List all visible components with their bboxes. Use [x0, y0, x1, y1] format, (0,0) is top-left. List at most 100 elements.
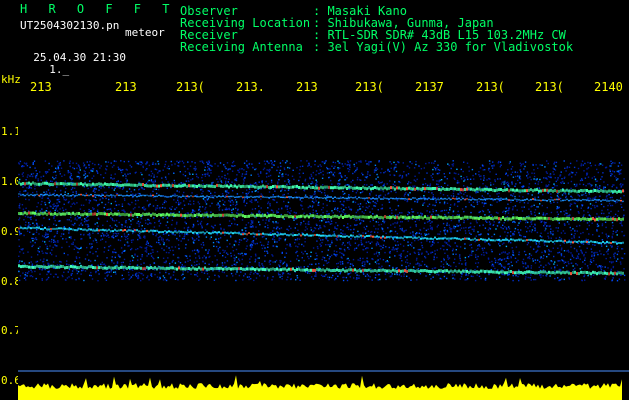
noise-pixel: [527, 276, 529, 279]
noise-pixel: [510, 173, 512, 176]
noise-pixel: [541, 164, 543, 166]
noise-pixel: [128, 218, 130, 221]
noise-pixel: [304, 237, 306, 240]
noise-pixel: [183, 191, 185, 194]
noise-pixel: [552, 171, 554, 173]
noise-pixel: [361, 262, 363, 264]
noise-pixel: [55, 224, 58, 226]
noise-pixel: [528, 230, 531, 232]
noise-pixel: [77, 171, 80, 173]
noise-pixel: [433, 166, 436, 169]
noise-pixel: [362, 273, 365, 275]
noise-pixel: [171, 182, 173, 184]
noise-pixel: [538, 243, 540, 245]
noise-pixel: [98, 273, 100, 275]
noise-pixel: [141, 173, 143, 176]
noise-pixel: [395, 170, 398, 173]
noise-pixel: [340, 174, 342, 176]
noise-pixel: [560, 171, 562, 173]
noise-pixel: [600, 203, 603, 205]
noise-pixel: [278, 237, 280, 240]
noise-pixel: [324, 259, 326, 262]
noise-pixel: [530, 274, 532, 276]
noise-pixel: [139, 161, 141, 163]
noise-pixel: [612, 162, 614, 164]
noise-pixel: [197, 223, 200, 226]
noise-pixel: [297, 229, 299, 231]
noise-pixel: [507, 169, 509, 171]
noise-pixel: [336, 263, 338, 265]
noise-pixel: [605, 226, 607, 229]
noise-pixel: [540, 221, 543, 223]
noise-pixel: [254, 198, 256, 201]
noise-pixel: [196, 238, 198, 240]
noise-pixel: [63, 198, 65, 201]
noise-pixel: [327, 261, 330, 264]
noise-pixel: [274, 190, 276, 192]
noise-pixel: [548, 249, 550, 251]
noise-pixel: [376, 262, 378, 265]
noise-pixel: [278, 208, 280, 210]
noise-pixel: [464, 178, 466, 181]
noise-pixel: [246, 197, 248, 200]
noise-pixel: [599, 185, 601, 187]
x-tick-label: 213.: [236, 80, 265, 94]
noise-pixel: [187, 180, 189, 182]
noise-pixel: [317, 204, 319, 206]
noise-pixel: [63, 271, 65, 273]
noise-pixel: [443, 248, 445, 251]
noise-pixel: [287, 189, 290, 191]
noise-pixel: [603, 186, 605, 188]
noise-pixel: [121, 264, 123, 266]
noise-pixel: [495, 187, 497, 189]
noise-pixel: [413, 251, 416, 254]
noise-pixel: [552, 247, 554, 249]
noise-pixel: [211, 165, 213, 167]
noise-pixel: [357, 203, 359, 205]
noise-pixel: [348, 194, 350, 196]
noise-pixel: [241, 231, 243, 233]
noise-pixel: [179, 171, 181, 173]
noise-pixel: [399, 212, 401, 214]
noise-pixel: [464, 279, 466, 281]
noise-pixel: [610, 175, 612, 177]
noise-pixel: [183, 204, 186, 206]
noise-pixel: [282, 272, 285, 274]
noise-pixel: [335, 273, 337, 275]
noise-pixel: [546, 185, 549, 187]
noise-pixel: [287, 276, 289, 278]
noise-pixel: [544, 229, 546, 232]
noise-pixel: [571, 196, 573, 199]
noise-pixel: [326, 213, 328, 215]
noise-pixel: [450, 219, 453, 222]
noise-pixel: [113, 164, 115, 167]
noise-pixel: [128, 274, 130, 276]
noise-pixel: [304, 180, 306, 182]
noise-pixel: [453, 177, 455, 179]
noise-pixel: [353, 277, 355, 279]
noise-pixel: [267, 169, 270, 171]
noise-pixel: [27, 216, 29, 218]
noise-pixel: [40, 176, 42, 178]
noise-pixel: [598, 187, 601, 189]
noise-pixel: [394, 184, 396, 187]
noise-pixel: [527, 257, 529, 259]
noise-pixel: [42, 252, 44, 254]
noise-pixel: [238, 241, 241, 243]
noise-pixel: [502, 227, 504, 230]
noise-pixel: [366, 175, 369, 178]
noise-pixel: [371, 230, 373, 233]
noise-pixel: [476, 222, 478, 224]
noise-pixel: [173, 199, 175, 201]
noise-pixel: [138, 272, 140, 274]
noise-pixel: [57, 204, 59, 207]
noise-pixel: [306, 228, 308, 230]
noise-pixel: [410, 182, 412, 184]
noise-pixel: [377, 243, 380, 245]
noise-pixel: [314, 160, 316, 162]
noise-pixel: [97, 225, 99, 227]
noise-pixel: [242, 210, 244, 213]
noise-pixel: [307, 221, 310, 223]
noise-pixel: [619, 261, 622, 263]
noise-pixel: [560, 253, 563, 255]
